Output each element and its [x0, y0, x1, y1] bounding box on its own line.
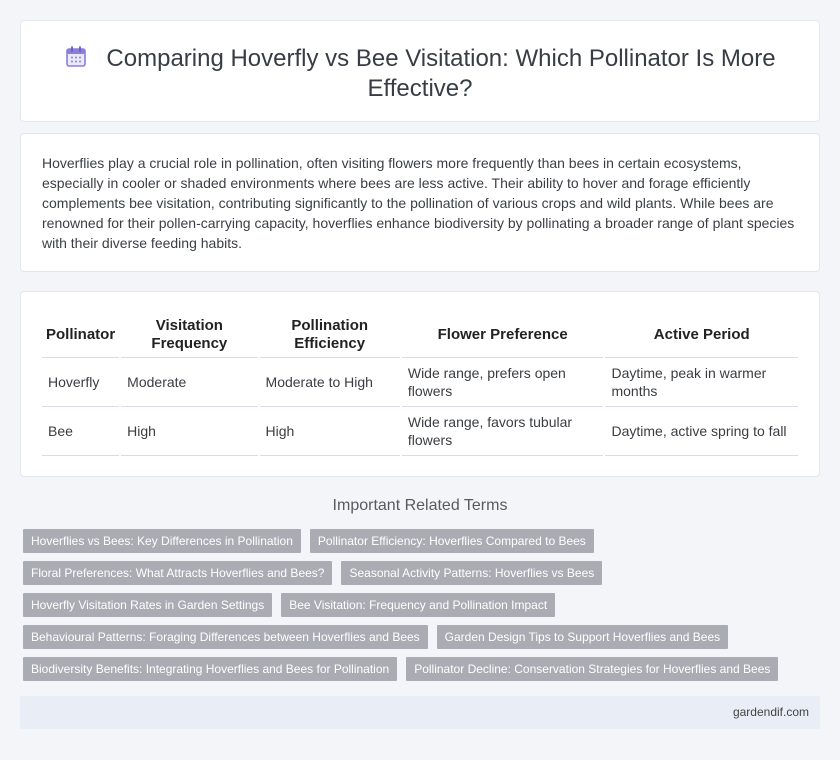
related-term-tag[interactable]: Hoverfly Visitation Rates in Garden Sett…: [23, 593, 273, 617]
page-title: Comparing Hoverfly vs Bee Visitation: Wh…: [106, 45, 776, 102]
related-term-tag[interactable]: Floral Preferences: What Attracts Hoverf…: [23, 561, 333, 585]
column-header: Pollination Efficiency: [257, 309, 401, 358]
table-cell: Wide range, favors tubular flowers: [399, 406, 605, 456]
table-cell: Daytime, active spring to fall: [603, 406, 798, 456]
intro-card: Hoverflies play a crucial role in pollin…: [20, 133, 820, 272]
table-header-row: Pollinator Visitation Frequency Pollinat…: [42, 309, 798, 358]
comparison-table-card: Pollinator Visitation Frequency Pollinat…: [20, 291, 820, 477]
related-term-tag[interactable]: Pollinator Efficiency: Hoverflies Compar…: [309, 529, 594, 553]
related-term-tag[interactable]: Garden Design Tips to Support Hoverflies…: [436, 625, 729, 649]
related-terms-heading: Important Related Terms: [332, 497, 508, 514]
table-cell: Bee: [42, 406, 121, 456]
related-terms-list: Hoverflies vs Bees: Key Differences in P…: [23, 529, 803, 689]
footer-site-link[interactable]: gardendif.com: [733, 705, 809, 719]
column-header: Active Period: [603, 309, 798, 358]
comparison-table: Pollinator Visitation Frequency Pollinat…: [42, 309, 798, 456]
related-term-tag[interactable]: Behavioural Patterns: Foraging Differenc…: [23, 625, 428, 649]
related-term-tag[interactable]: Seasonal Activity Patterns: Hoverflies v…: [341, 561, 603, 585]
related-term-tag[interactable]: Hoverflies vs Bees: Key Differences in P…: [23, 529, 301, 553]
intro-paragraph: Hoverflies play a crucial role in pollin…: [42, 155, 795, 251]
table-cell: Moderate: [119, 357, 259, 407]
related-term-tag[interactable]: Bee Visitation: Frequency and Pollinatio…: [281, 593, 556, 617]
title-card: Comparing Hoverfly vs Bee Visitation: Wh…: [20, 20, 820, 122]
table-cell: Moderate to High: [257, 357, 401, 407]
table-cell: Hoverfly: [42, 357, 121, 407]
table-cell: High: [257, 406, 401, 456]
related-term-tag[interactable]: Pollinator Decline: Conservation Strateg…: [406, 657, 779, 681]
table-cell: Daytime, peak in warmer months: [603, 357, 798, 407]
page-title-wrap: Comparing Hoverfly vs Bee Visitation: Wh…: [61, 44, 779, 104]
column-header: Pollinator: [42, 309, 121, 358]
related-term-tag[interactable]: Biodiversity Benefits: Integrating Hover…: [23, 657, 398, 681]
column-header: Visitation Frequency: [119, 309, 259, 358]
calendar-icon: [64, 45, 88, 69]
table-row: Hoverfly Moderate Moderate to High Wide …: [42, 357, 798, 407]
column-header: Flower Preference: [399, 309, 605, 358]
table-cell: High: [119, 406, 259, 456]
table-cell: Wide range, prefers open flowers: [399, 357, 605, 407]
footer: gardendif.com: [20, 696, 820, 729]
table-row: Bee High High Wide range, favors tubular…: [42, 406, 798, 456]
